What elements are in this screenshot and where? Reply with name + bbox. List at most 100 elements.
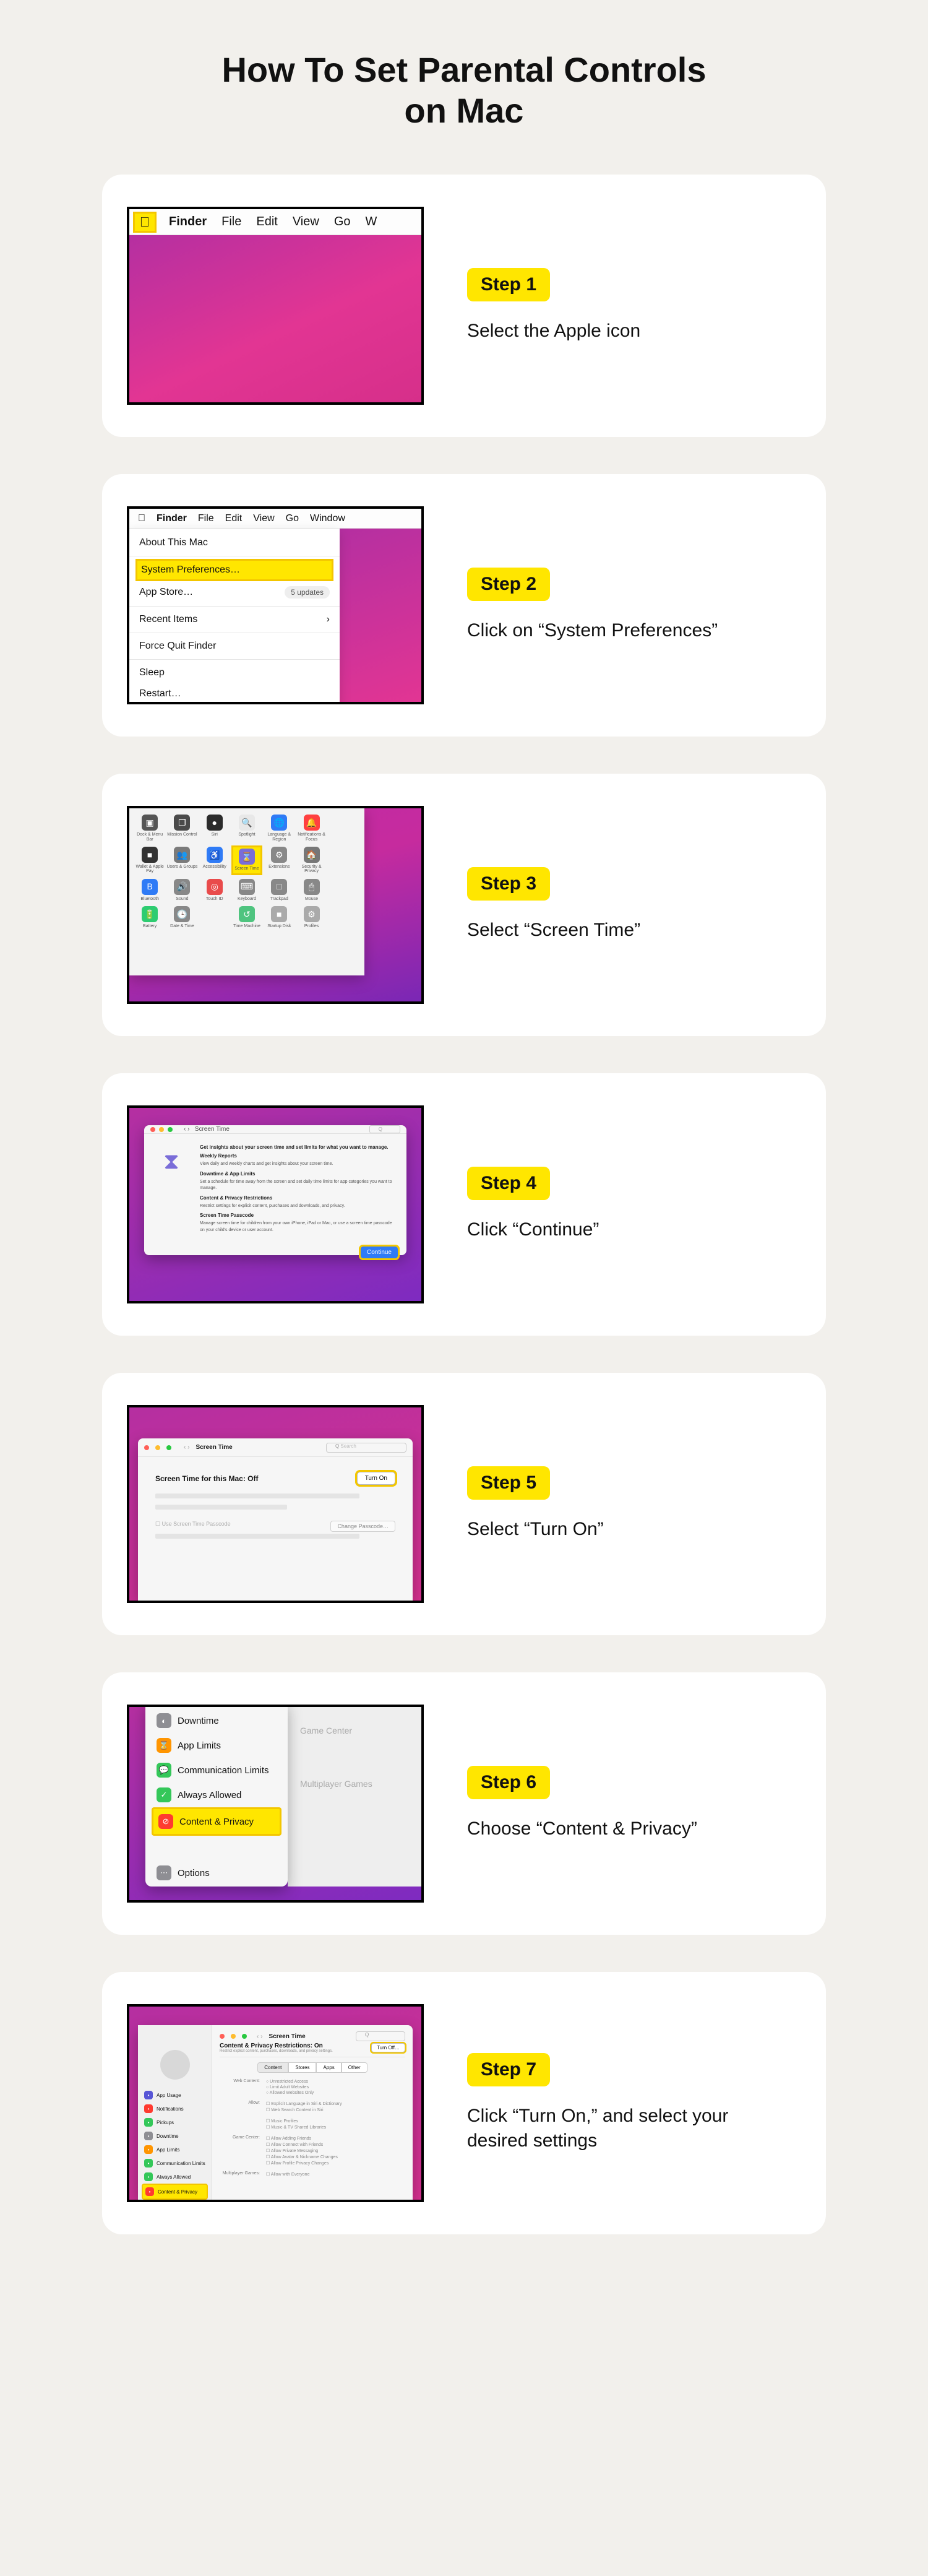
tab-stores[interactable]: Stores bbox=[288, 2062, 316, 2073]
search-input[interactable]: Q bbox=[369, 1125, 400, 1133]
restriction-option[interactable]: ☐ Allow Connect with Friends bbox=[266, 2142, 405, 2148]
menu-item-about[interactable]: About This Mac bbox=[129, 532, 340, 553]
tab-content[interactable]: Content bbox=[257, 2062, 288, 2073]
pref-icon[interactable]: 🌐Language & Region bbox=[264, 813, 294, 843]
sidebar-item[interactable]: ⌛App Limits bbox=[152, 1733, 281, 1758]
minimize-dot-icon[interactable] bbox=[231, 2034, 236, 2039]
zoom-dot-icon[interactable] bbox=[242, 2034, 247, 2039]
restriction-option[interactable]: ☐ Allow Adding Friends bbox=[266, 2135, 405, 2142]
minimize-dot-icon[interactable] bbox=[155, 1445, 160, 1450]
pref-icon[interactable]: ▣Dock & Menu Bar bbox=[134, 813, 165, 843]
menubar-item[interactable]: File bbox=[198, 513, 214, 524]
sidebar-item[interactable]: •App Limits bbox=[142, 2143, 208, 2156]
sidebar-item[interactable]: •Communication Limits bbox=[142, 2156, 208, 2170]
pref-icon[interactable]: ■Startup Disk bbox=[264, 905, 294, 930]
menubar-item[interactable]: Go bbox=[286, 513, 299, 524]
pref-icon[interactable]: ⌨Keyboard bbox=[231, 878, 262, 902]
restriction-option[interactable]: ☐ Allow Private Messaging bbox=[266, 2148, 405, 2154]
sidebar-item[interactable]: ◐Downtime bbox=[152, 1708, 281, 1733]
menu-item-recent[interactable]: Recent Items › bbox=[129, 609, 340, 630]
restriction-option[interactable]: ☐ Explicit Language in Siri & Dictionary bbox=[266, 2101, 405, 2107]
menubar-item[interactable]: View bbox=[285, 215, 327, 229]
menubar-app-name[interactable]: Finder bbox=[157, 513, 187, 524]
sidebar-item[interactable]: 💬Communication Limits bbox=[152, 1758, 281, 1783]
pref-icon[interactable]: ◎Touch ID bbox=[199, 878, 230, 902]
menu-item-force-quit[interactable]: Force Quit Finder bbox=[129, 636, 340, 657]
pref-glyph-icon: ♿ bbox=[207, 847, 223, 863]
turn-on-button-highlight[interactable]: Turn On bbox=[357, 1472, 395, 1485]
zoom-dot-icon[interactable] bbox=[168, 1127, 173, 1132]
menubar-item[interactable]: File bbox=[214, 215, 249, 229]
menu-item-sleep[interactable]: Sleep bbox=[129, 662, 340, 683]
pref-icon[interactable]: 🕒Date & Time bbox=[166, 905, 197, 930]
change-passcode-button[interactable]: Change Passcode… bbox=[330, 1521, 395, 1532]
apple-menu-highlight[interactable]:  bbox=[133, 212, 157, 233]
sidebar-item-label: Communication Limits bbox=[178, 1765, 269, 1776]
menu-item-restart[interactable]: Restart… bbox=[129, 683, 340, 704]
restriction-section-label: Game Center: bbox=[220, 2135, 260, 2166]
pref-icon[interactable]: ⚙Profiles bbox=[296, 905, 327, 930]
menubar-item[interactable]: Go bbox=[327, 215, 358, 229]
pref-glyph-icon: ↺ bbox=[239, 906, 255, 922]
passcode-checkbox[interactable]: ☐ Use Screen Time Passcode Change Passco… bbox=[155, 1521, 395, 1528]
continue-button-highlight[interactable]: Continue bbox=[361, 1247, 398, 1258]
menu-item-system-preferences-highlight[interactable]: System Preferences… bbox=[135, 559, 333, 581]
menubar-app-name[interactable]: Finder bbox=[161, 215, 214, 229]
pref-icon[interactable]: 🖱Mouse bbox=[296, 878, 327, 902]
sidebar-item[interactable]: •Always Allowed bbox=[142, 2170, 208, 2184]
sidebar-item[interactable]: •Notifications bbox=[142, 2102, 208, 2116]
close-dot-icon[interactable] bbox=[144, 1445, 149, 1450]
restriction-option[interactable]: ○ Unrestricted Access bbox=[266, 2079, 405, 2085]
sidebar-item[interactable]: •App Usage bbox=[142, 2088, 208, 2102]
sidebar-item[interactable]: ✓Always Allowed bbox=[152, 1783, 281, 1807]
sidebar-item[interactable]: •Downtime bbox=[142, 2129, 208, 2143]
pref-icon[interactable]: 🔊Sound bbox=[166, 878, 197, 902]
pref-icon[interactable]: ●Siri bbox=[199, 813, 230, 843]
pref-icon[interactable]: 🔍Spotlight bbox=[231, 813, 262, 843]
pref-icon[interactable]: ❐Mission Control bbox=[166, 813, 197, 843]
search-input[interactable]: Q Search bbox=[326, 1443, 406, 1453]
restriction-option[interactable]: ○ Allowed Websites Only bbox=[266, 2090, 405, 2096]
sidebar-item-content-privacy-highlight[interactable]: ⊘Content & Privacy bbox=[152, 1807, 281, 1836]
close-dot-icon[interactable] bbox=[150, 1127, 155, 1132]
tab-apps[interactable]: Apps bbox=[316, 2062, 341, 2073]
pref-icon[interactable]: □Trackpad bbox=[264, 878, 294, 902]
step-badge: Step 3 bbox=[467, 867, 550, 901]
apple-icon[interactable]:  bbox=[138, 513, 145, 524]
pref-icon[interactable]: BBluetooth bbox=[134, 878, 165, 902]
menubar-item[interactable]: Edit bbox=[225, 513, 243, 524]
pref-icon[interactable]: 🔋Battery bbox=[134, 905, 165, 930]
restriction-option[interactable]: ☐ Allow Avatar & Nickname Changes bbox=[266, 2154, 405, 2160]
pref-icon[interactable]: 👥Users & Groups bbox=[166, 845, 197, 875]
menubar-item[interactable]: Window bbox=[310, 513, 345, 524]
restriction-option[interactable]: ☐ Allow Profile Privacy Changes bbox=[266, 2160, 405, 2166]
sidebar-item-options[interactable]: ⋯ Options bbox=[152, 1861, 281, 1885]
menubar-item[interactable]: View bbox=[253, 513, 274, 524]
search-input[interactable]: Q bbox=[356, 2031, 405, 2041]
pref-icon[interactable]: ⚙Extensions bbox=[264, 845, 294, 875]
pref-icon[interactable]: 🔔Notifications & Focus bbox=[296, 813, 327, 843]
restriction-option[interactable]: ☐ Web Search Content in Siri bbox=[266, 2107, 405, 2113]
menubar-item[interactable]: W bbox=[358, 215, 385, 229]
menu-item-app-store[interactable]: App Store… 5 updates bbox=[129, 581, 340, 603]
sidebar-item[interactable]: •Pickups bbox=[142, 2116, 208, 2129]
tab-other[interactable]: Other bbox=[342, 2062, 367, 2073]
restriction-option[interactable]: ☐ Music Profiles bbox=[266, 2118, 405, 2124]
restriction-option[interactable]: ☐ Allow with Everyone bbox=[266, 2171, 405, 2177]
pref-icon[interactable]: ■Wallet & Apple Pay bbox=[134, 845, 165, 875]
zoom-dot-icon[interactable] bbox=[166, 1445, 171, 1450]
pref-icon[interactable]: 🏠Security & Privacy bbox=[296, 845, 327, 875]
turn-off-button-highlight[interactable]: Turn Off… bbox=[371, 2043, 405, 2052]
minimize-dot-icon[interactable] bbox=[159, 1127, 164, 1132]
sidebar-item-label: Always Allowed bbox=[157, 2174, 191, 2180]
pref-icon[interactable]: ♿Accessibility bbox=[199, 845, 230, 875]
restriction-option[interactable]: ☐ Music & TV Shared Libraries bbox=[266, 2124, 405, 2130]
pref-icon-screen-time-highlight[interactable]: ⌛Screen Time bbox=[231, 845, 262, 875]
sidebar-item-content-privacy-highlight[interactable]: •Content & Privacy bbox=[142, 2184, 208, 2200]
pref-icon[interactable]: ↺Time Machine bbox=[231, 905, 262, 930]
window-titlebar: ‹ › Screen Time Q bbox=[144, 1125, 406, 1134]
menubar-item[interactable]: Edit bbox=[249, 215, 285, 229]
close-dot-icon[interactable] bbox=[220, 2034, 225, 2039]
restriction-option[interactable]: ○ Limit Adult Websites bbox=[266, 2085, 405, 2090]
step-badge: Step 4 bbox=[467, 1167, 550, 1200]
